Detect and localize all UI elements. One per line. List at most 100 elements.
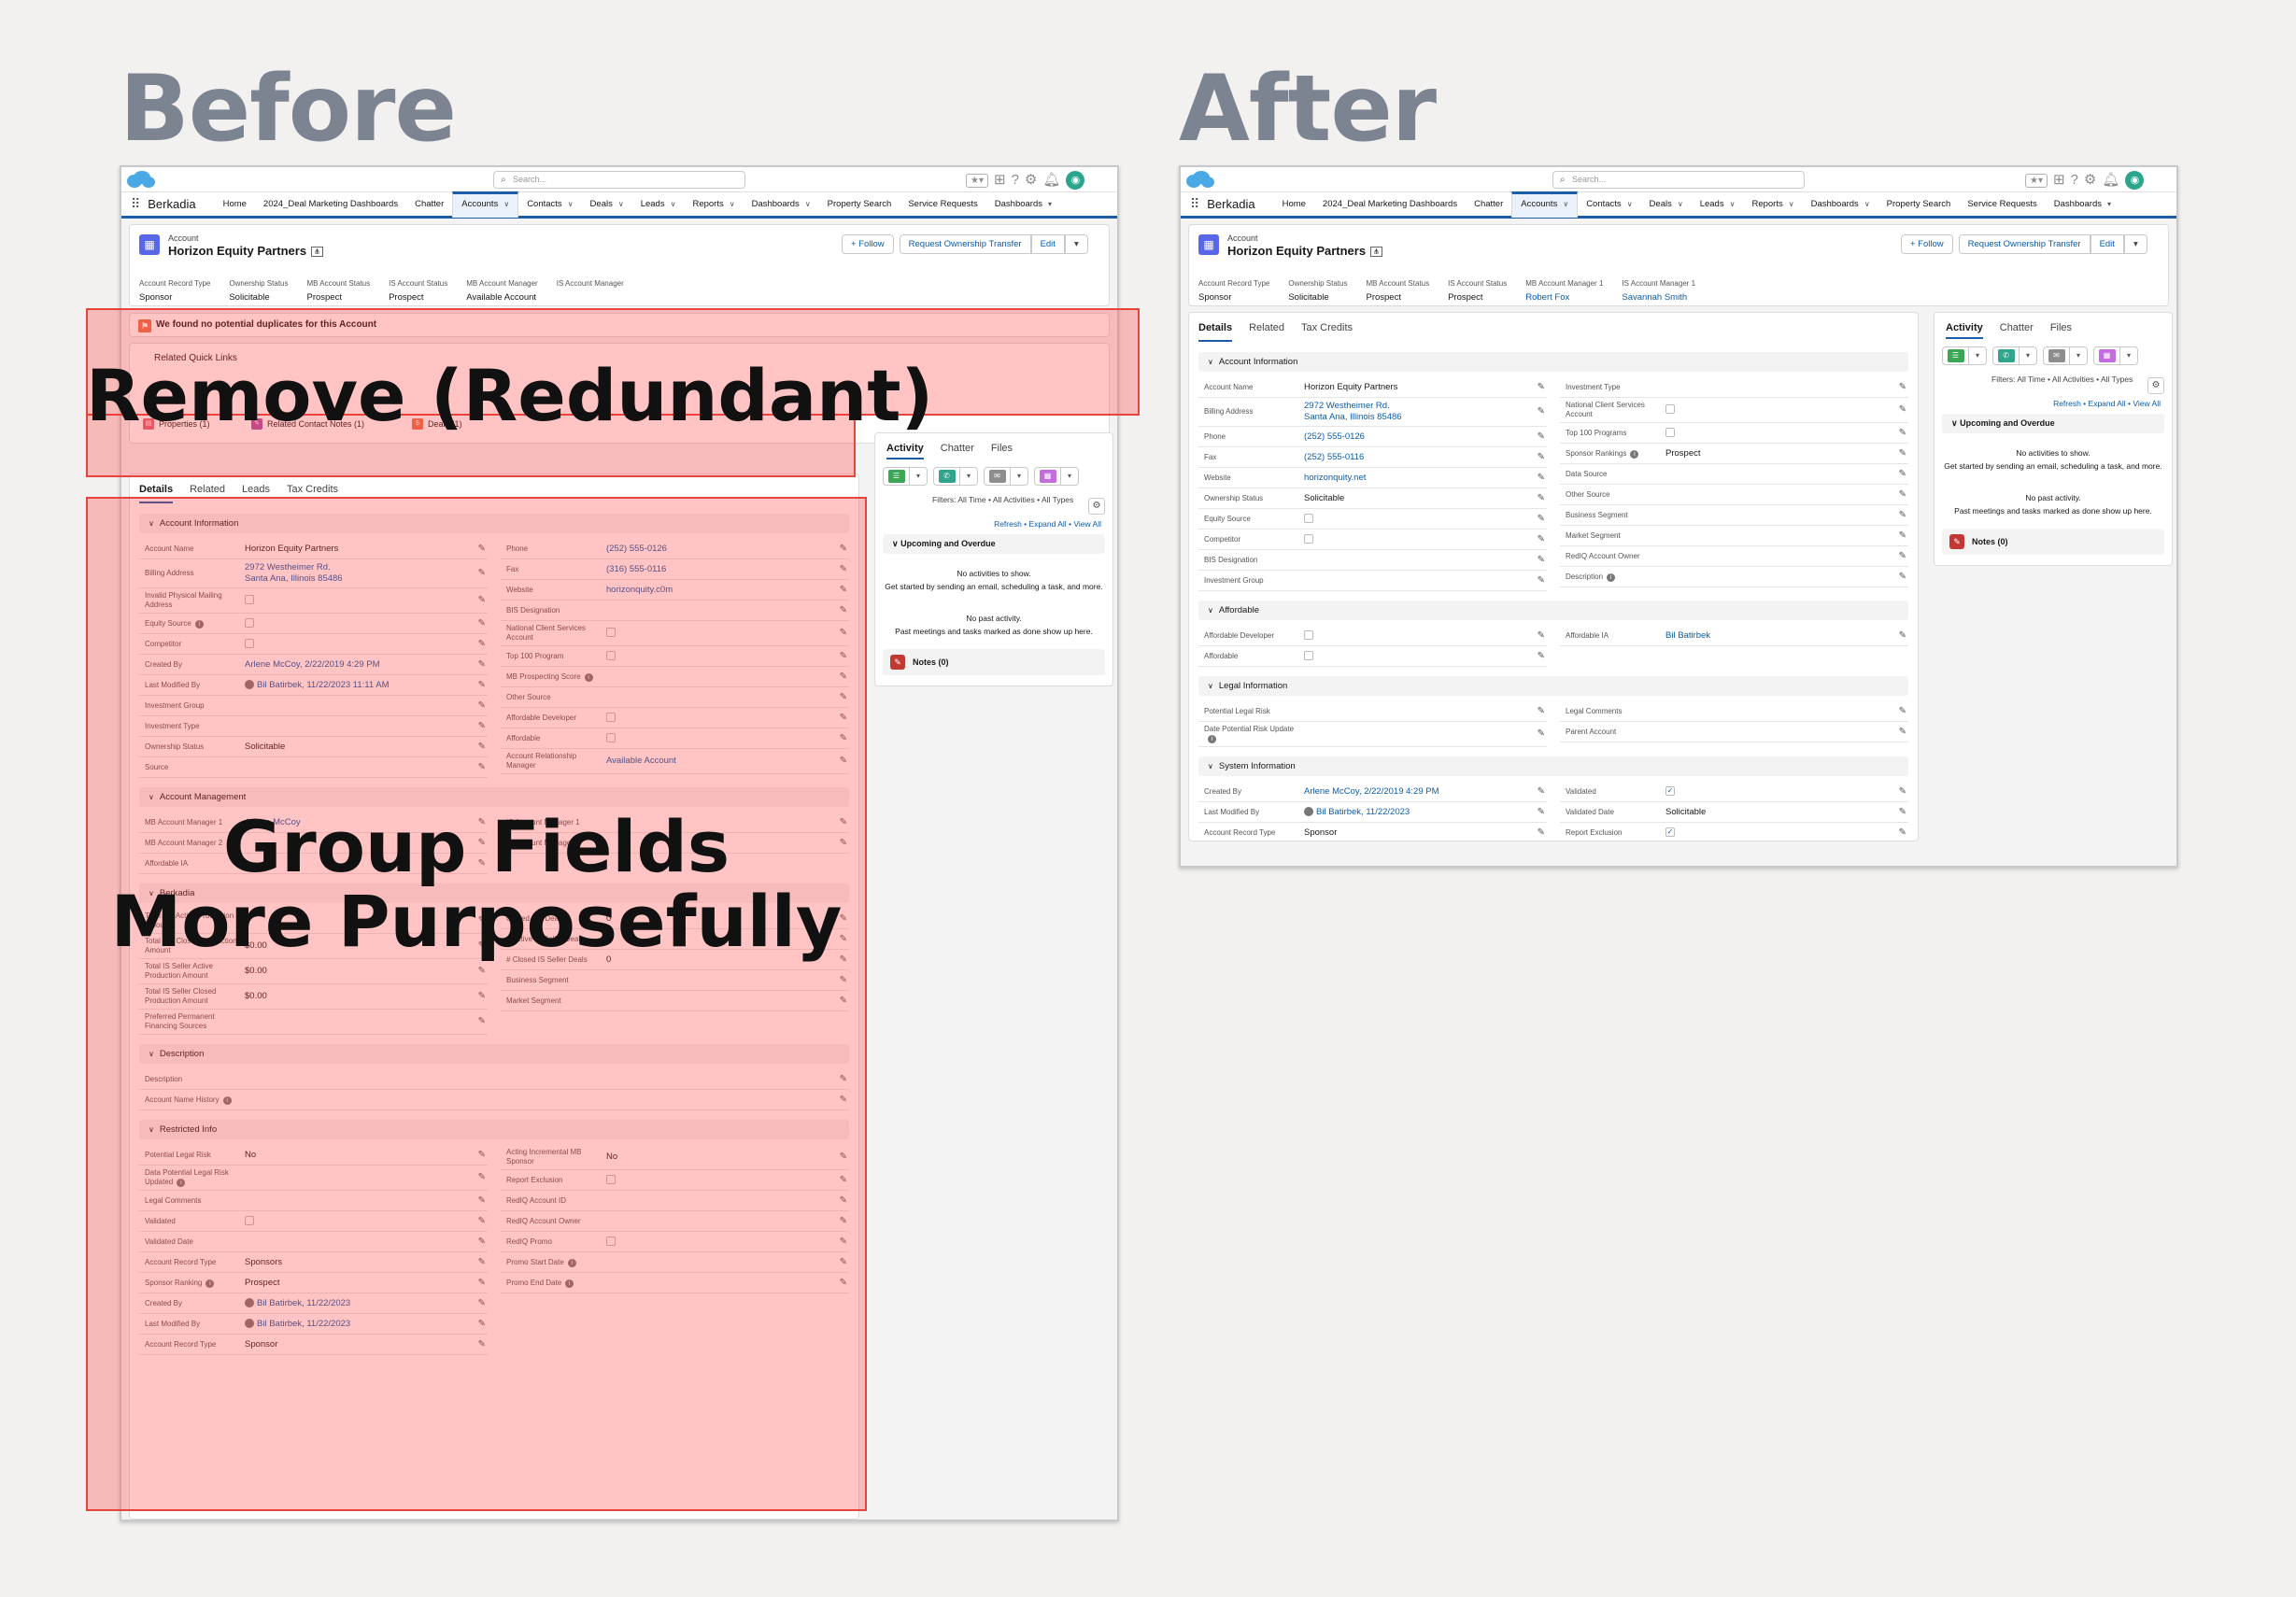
nav-dashboards[interactable]: Dashboards ∨: [1803, 191, 1878, 218]
user-avatar[interactable]: ◉: [1066, 171, 1085, 190]
log-call-button[interactable]: ✆ ▾: [933, 467, 978, 486]
nav-reports[interactable]: Reports ∨: [1743, 191, 1802, 218]
hierarchy-icon[interactable]: ⋔: [311, 247, 323, 258]
nav-deal-marketing-dashboards[interactable]: 2024_Deal Marketing Dashboards: [1314, 191, 1466, 218]
field-value[interactable]: Arlene McCoy, 2/22/2019 4:29 PM: [1304, 786, 1532, 798]
checkbox[interactable]: ✓: [1665, 785, 1675, 796]
notes-section[interactable]: ✎ Notes (0): [1942, 529, 2164, 555]
activity-links[interactable]: Refresh • Expand All • View All: [875, 504, 1113, 529]
nav-leads[interactable]: Leads ∨: [1692, 191, 1744, 218]
add-icon[interactable]: ⊞: [2053, 172, 2065, 189]
nav-deals[interactable]: Deals ∨: [582, 191, 632, 218]
chevron-down-icon[interactable]: ∨: [1864, 200, 1870, 208]
setup-gear-icon[interactable]: ⚙: [1025, 172, 1037, 189]
follow-button[interactable]: + Follow: [842, 234, 894, 254]
edit-pencil-icon[interactable]: ✎: [1899, 706, 1906, 716]
field-value[interactable]: 2972 Westheimer Rd. Santa Ana, Illinois …: [1304, 401, 1532, 423]
nav-leads[interactable]: Leads ∨: [632, 191, 685, 218]
nav-accounts[interactable]: Accounts ∨: [1511, 191, 1579, 218]
caret-down-icon[interactable]: ▾: [2107, 200, 2111, 208]
checkbox[interactable]: ✓: [1665, 827, 1675, 837]
nav-chatter[interactable]: Chatter: [1466, 191, 1511, 218]
hierarchy-icon[interactable]: ⋔: [1370, 247, 1382, 258]
nav-deals[interactable]: Deals ∨: [1641, 191, 1692, 218]
edit-pencil-icon[interactable]: ✎: [1899, 551, 1906, 561]
edit-pencil-icon[interactable]: ✎: [1538, 514, 1545, 524]
new-event-button[interactable]: ▦ ▾: [2093, 346, 2138, 365]
caret-down-icon[interactable]: ▾: [1969, 347, 1986, 364]
caret-down-icon[interactable]: ▾: [1061, 468, 1078, 485]
field-value-text[interactable]: Arlene McCoy, 2/22/2019 4:29 PM: [1304, 786, 1439, 797]
send-email-button[interactable]: ✉ ▾: [984, 467, 1028, 486]
edit-pencil-icon[interactable]: ✎: [1899, 786, 1906, 797]
highlight-value[interactable]: Robert Fox: [1525, 292, 1603, 303]
edit-pencil-icon[interactable]: ✎: [1899, 530, 1906, 541]
activity-links[interactable]: Refresh • Expand All • View All: [1935, 384, 2172, 408]
edit-pencil-icon[interactable]: ✎: [1899, 448, 1906, 459]
field-value-text[interactable]: 2972 Westheimer Rd. Santa Ana, Illinois …: [1304, 401, 1402, 422]
tab-files[interactable]: Files: [2050, 322, 2072, 339]
notification-bell-icon[interactable]: 🔔︎: [2102, 172, 2119, 189]
tab-files[interactable]: Files: [991, 443, 1013, 459]
global-search-input[interactable]: ⌕ Search...: [493, 171, 745, 189]
more-actions-dropdown[interactable]: ▾: [2123, 234, 2147, 254]
edit-pencil-icon[interactable]: ✎: [1538, 706, 1545, 716]
global-search-input[interactable]: ⌕ Search...: [1552, 171, 1805, 189]
nav-home[interactable]: Home: [1274, 191, 1314, 218]
notification-bell-icon[interactable]: 🔔︎: [1042, 172, 1060, 189]
edit-pencil-icon[interactable]: ✎: [1538, 431, 1545, 442]
tab-details[interactable]: Details: [1198, 322, 1233, 342]
new-task-button[interactable]: ☰ ▾: [883, 467, 928, 486]
nav-contacts[interactable]: Contacts ∨: [518, 191, 581, 218]
caret-down-icon[interactable]: ▾: [2120, 347, 2137, 364]
edit-pencil-icon[interactable]: ✎: [1538, 452, 1545, 462]
nav-property-search[interactable]: Property Search: [819, 191, 900, 218]
tab-chatter[interactable]: Chatter: [941, 443, 974, 459]
edit-pencil-icon[interactable]: ✎: [1899, 382, 1906, 392]
filter-gear-icon[interactable]: ⚙: [2147, 377, 2164, 394]
checkbox[interactable]: [1665, 404, 1675, 415]
info-icon[interactable]: i: [1630, 449, 1639, 459]
request-ownership-transfer-button[interactable]: Request Ownership Transfer: [899, 234, 1031, 254]
nav-accounts[interactable]: Accounts ∨: [452, 191, 519, 218]
field-value[interactable]: Bil Batirbek, 11/22/2023: [1304, 807, 1532, 818]
nav-property-search[interactable]: Property Search: [1878, 191, 1960, 218]
edit-pencil-icon[interactable]: ✎: [1538, 534, 1545, 544]
new-event-button[interactable]: ▦ ▾: [1034, 467, 1079, 486]
help-icon[interactable]: ?: [1012, 172, 1019, 189]
chevron-down-icon[interactable]: ∨: [568, 200, 574, 208]
caret-down-icon[interactable]: ▾: [2070, 347, 2087, 364]
edit-pencil-icon[interactable]: ✎: [1538, 555, 1545, 565]
caret-down-icon[interactable]: ▾: [910, 468, 927, 485]
nav-contacts[interactable]: Contacts ∨: [1578, 191, 1640, 218]
field-value-text[interactable]: (252) 555-0116: [1304, 452, 1364, 462]
edit-pencil-icon[interactable]: ✎: [1538, 382, 1545, 392]
help-icon[interactable]: ?: [2071, 172, 2078, 189]
app-launcher-icon[interactable]: ⠿: [131, 196, 140, 212]
checkbox[interactable]: [1304, 513, 1313, 523]
nav-service-requests[interactable]: Service Requests: [1959, 191, 2045, 218]
caret-down-icon[interactable]: ▾: [1011, 468, 1028, 485]
edit-pencil-icon[interactable]: ✎: [1899, 572, 1906, 582]
chevron-down-icon[interactable]: ∨: [1627, 200, 1633, 208]
user-avatar[interactable]: ◉: [2125, 171, 2145, 190]
tab-chatter[interactable]: Chatter: [2000, 322, 2034, 339]
favorites-icon[interactable]: ★▾: [966, 173, 988, 188]
chevron-down-icon[interactable]: ∨: [671, 200, 676, 208]
nav-deal-marketing-dashboards[interactable]: 2024_Deal Marketing Dashboards: [255, 191, 406, 218]
info-icon[interactable]: i: [1607, 572, 1616, 582]
tab-related[interactable]: Related: [1249, 322, 1284, 342]
nav-dashboards-2[interactable]: Dashboards ▾: [986, 191, 1060, 218]
section-affordable[interactable]: ∨ Affordable: [1198, 601, 1908, 620]
edit-button[interactable]: Edit: [1030, 234, 1065, 254]
nav-dashboards-2[interactable]: Dashboards ▾: [2046, 191, 2119, 218]
edit-pencil-icon[interactable]: ✎: [1538, 786, 1545, 797]
upcoming-overdue-section[interactable]: ∨ Upcoming and Overdue: [1942, 414, 2164, 433]
chevron-down-icon[interactable]: ∨: [618, 200, 624, 208]
section-account-information[interactable]: ∨ Account Information: [1198, 352, 1908, 372]
edit-pencil-icon[interactable]: ✎: [1538, 575, 1545, 586]
caret-down-icon[interactable]: ▾: [2020, 347, 2036, 364]
field-value-text[interactable]: horizonquity.net: [1304, 473, 1366, 483]
more-actions-dropdown[interactable]: ▾: [1064, 234, 1088, 254]
edit-pencil-icon[interactable]: ✎: [1899, 807, 1906, 817]
